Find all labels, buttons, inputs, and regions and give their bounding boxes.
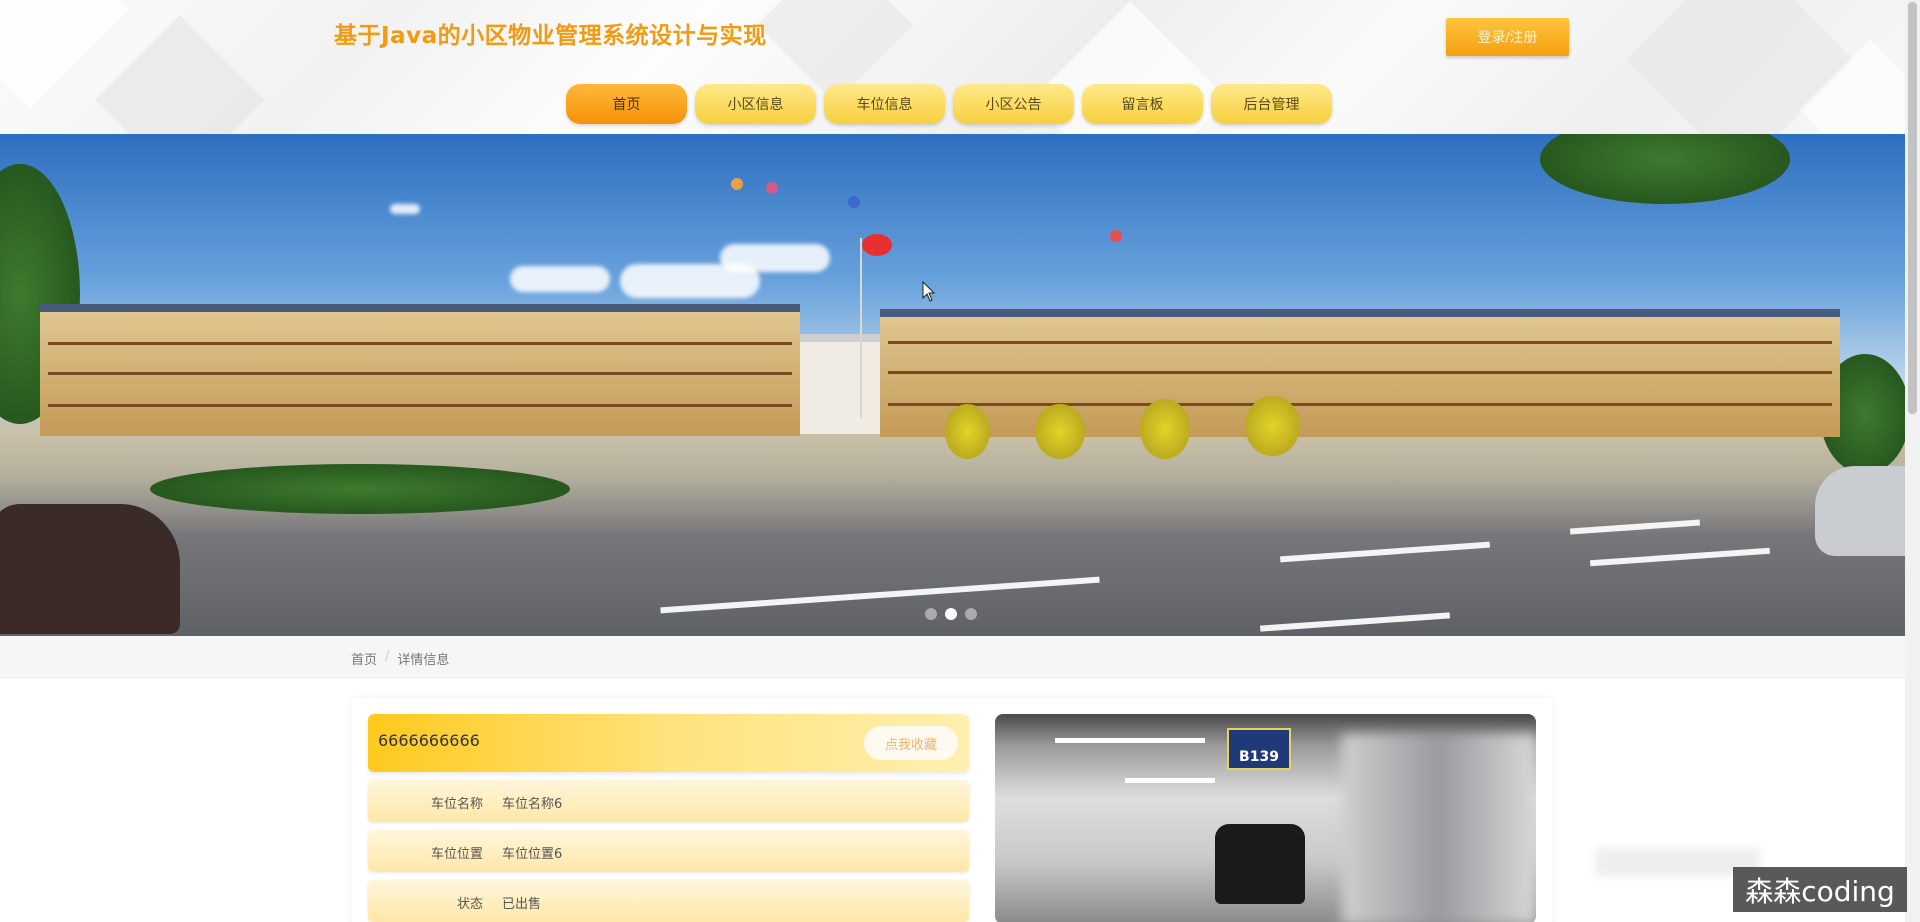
nav-item-parking-info[interactable]: 车位信息	[824, 84, 945, 124]
breadcrumb-current: 详情信息	[397, 653, 450, 668]
site-header: 基于Java的小区物业管理系统设计与实现 登录/注册 首页 小区信息 车位信息 …	[0, 0, 1905, 134]
main-nav: 首页 小区信息 车位信息 小区公告 留言板 后台管理	[566, 84, 1332, 124]
parked-car	[1215, 824, 1305, 904]
field-value: 车位名称6	[502, 797, 563, 812]
favorite-button[interactable]: 点我收藏	[864, 726, 958, 760]
info-row-parking-location: 车位位置 车位位置6	[368, 830, 969, 872]
blurred-region	[1342, 734, 1536, 922]
nav-item-announcements[interactable]: 小区公告	[953, 84, 1074, 124]
breadcrumb: 首页 / 详情信息	[351, 649, 449, 668]
car-right	[1815, 466, 1905, 556]
breadcrumb-separator: /	[385, 649, 390, 664]
site-title: 基于Java的小区物业管理系统设计与实现	[334, 23, 767, 49]
school-building-left	[40, 304, 800, 436]
nav-item-message-board[interactable]: 留言板	[1082, 84, 1203, 124]
field-value: 已出售	[502, 897, 542, 912]
carousel-banner[interactable]	[0, 134, 1905, 636]
mouse-cursor-icon	[922, 281, 936, 302]
carousel-dot-2[interactable]	[945, 608, 957, 620]
detail-title: 6666666666	[378, 731, 480, 750]
watermark-label: 森森coding	[1733, 867, 1907, 912]
carousel-dot-3[interactable]	[965, 608, 977, 620]
school-building-right	[880, 309, 1840, 437]
field-label: 状态	[456, 897, 483, 912]
car-left	[0, 504, 180, 634]
parking-sign: B139	[1227, 728, 1291, 770]
breadcrumb-bar: 首页 / 详情信息	[0, 636, 1905, 678]
scrollbar-thumb[interactable]	[1908, 2, 1917, 414]
field-label: 车位位置	[430, 847, 483, 862]
field-label: 车位名称	[430, 797, 483, 812]
breadcrumb-home-link[interactable]: 首页	[351, 649, 377, 668]
nav-item-admin[interactable]: 后台管理	[1211, 84, 1332, 124]
parking-space-image: B139	[995, 714, 1536, 922]
login-register-button[interactable]: 登录/注册	[1446, 18, 1569, 56]
carousel-indicators	[925, 608, 977, 620]
nav-item-home[interactable]: 首页	[566, 84, 687, 124]
info-row-parking-name: 车位名称 车位名称6	[368, 780, 969, 822]
detail-title-bar: 6666666666 点我收藏	[368, 714, 969, 772]
carousel-dot-1[interactable]	[925, 608, 937, 620]
nav-item-community-info[interactable]: 小区信息	[695, 84, 816, 124]
info-row-status: 状态 已出售	[368, 880, 969, 922]
field-value: 车位位置6	[502, 847, 563, 862]
